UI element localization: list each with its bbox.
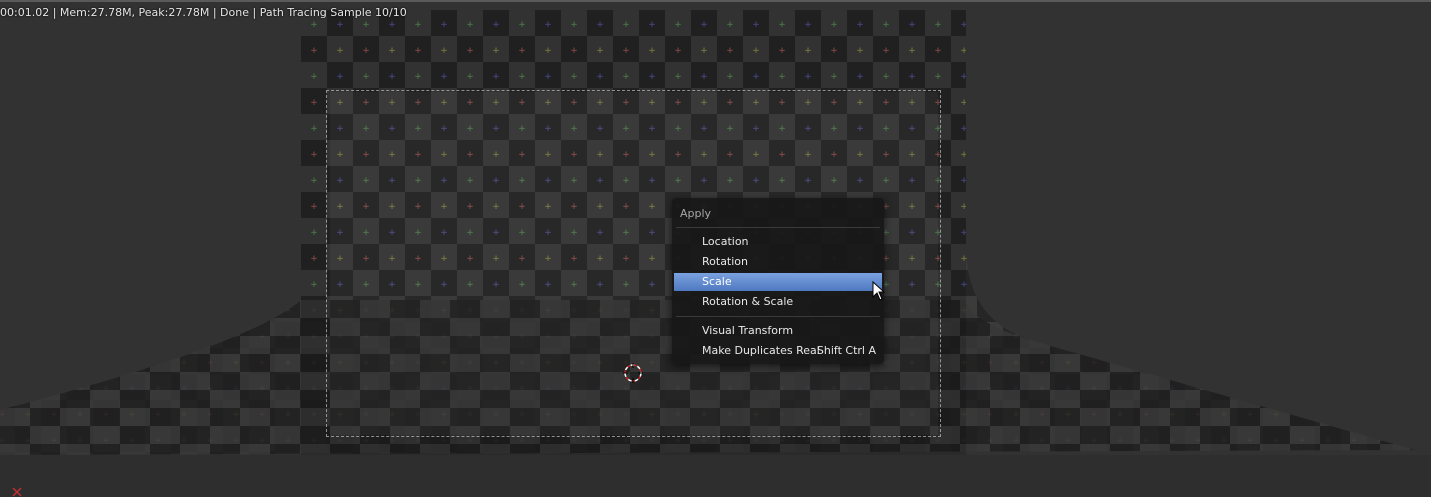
menu-item-make-duplicates-real[interactable]: Make Duplicates Real Shift Ctrl A [674, 342, 882, 360]
menu-item-rotation[interactable]: Rotation [674, 253, 882, 271]
menu-item-label: Rotation [702, 255, 749, 268]
menu-item-visual-transform[interactable]: Visual Transform [674, 322, 882, 340]
menu-item-location[interactable]: Location [674, 233, 882, 251]
3d-viewport[interactable]: + + + + 00:01.02 | Mem:27.78M, Peak: [0, 0, 1431, 497]
3d-cursor-icon[interactable] [623, 363, 643, 383]
menu-item-label: Make Duplicates Real [702, 344, 820, 357]
menu-item-label: Scale [702, 275, 732, 288]
menu-item-label: Visual Transform [702, 324, 794, 337]
render-status-text: 00:01.02 | Mem:27.78M, Peak:27.78M | Don… [0, 6, 407, 19]
menu-item-rotation-scale[interactable]: Rotation & Scale [674, 293, 882, 311]
apply-menu: Apply Location Rotation Scale Rotation &… [672, 198, 884, 364]
menu-item-scale[interactable]: Scale [674, 273, 882, 291]
menu-separator [676, 227, 880, 228]
menu-item-label: Rotation & Scale [702, 295, 794, 308]
menu-separator [676, 316, 880, 317]
axis-x-icon [12, 487, 22, 497]
menu-item-label: Location [702, 235, 749, 248]
viewport-bottom-area [0, 455, 1431, 497]
mouse-pointer-icon [872, 281, 886, 301]
menu-title: Apply [680, 207, 712, 220]
menu-item-shortcut: Shift Ctrl A [816, 344, 876, 357]
